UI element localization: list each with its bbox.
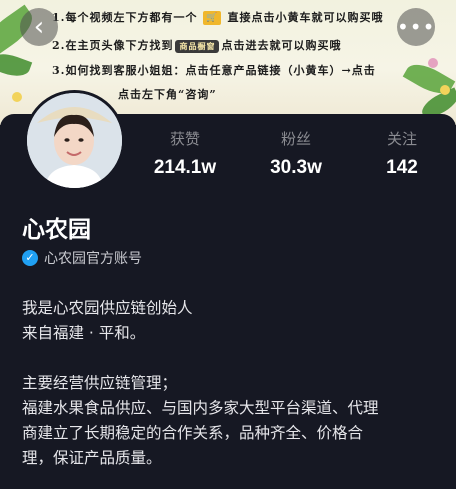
banner-text: 2.在主页头像下方找到 <box>52 39 174 52</box>
flower-decoration <box>12 92 22 102</box>
likes-label: 获赞 <box>169 130 200 148</box>
shop-window-badge: 商品橱窗 <box>175 39 220 53</box>
bio-line: 主要经营供应链管理； <box>22 374 178 392</box>
more-button[interactable]: ••• <box>397 8 435 46</box>
profile-page: 1.每个视频左下方都有一个 🛒 直接点击小黄车就可以购买哦 2.在主页头像下方找到商… <box>0 0 456 489</box>
banner-text: 点击进去就可以购买哦 <box>221 39 342 52</box>
flower-decoration <box>440 85 450 95</box>
cart-icon: 🛒 <box>203 11 222 25</box>
bio-line: 福建水果食品供应、与国内多家大型平台渠道、代理 <box>22 399 379 417</box>
banner-text: 直接点击小黄车就可以购买哦 <box>227 11 384 24</box>
bio-line: 来自福建 · 平和。 <box>22 324 146 342</box>
avatar-image <box>27 93 122 188</box>
avatar[interactable] <box>24 90 125 191</box>
leaf-decoration <box>0 48 33 82</box>
back-icon: ‹ <box>33 12 45 42</box>
following-stat[interactable]: 关注 142 <box>357 128 447 179</box>
following-count: 142 <box>386 157 418 178</box>
profile-name: 心农园 <box>22 217 91 243</box>
more-icon: ••• <box>397 15 436 39</box>
bio-line: 我是心农园供应链创始人 <box>22 299 193 317</box>
banner-line-4: 点击左下角“咨询” <box>118 88 217 101</box>
followers-count: 30.3w <box>270 157 322 178</box>
bio-line: 理，保证产品质量。 <box>22 449 162 467</box>
likes-stat[interactable]: 获赞 214.1w <box>140 128 230 179</box>
followers-stat[interactable]: 粉丝 30.3w <box>251 128 341 179</box>
followers-label: 粉丝 <box>280 130 311 148</box>
following-label: 关注 <box>386 130 417 148</box>
back-button[interactable]: ‹ <box>20 8 58 46</box>
banner-line-1: 1.每个视频左下方都有一个 🛒 直接点击小黄车就可以购买哦 <box>52 9 383 25</box>
banner-line-3: 3.如何找到客服小姐姐：点击任意产品链接（小黄车）→点击 <box>52 64 376 77</box>
banner-line-2: 2.在主页头像下方找到 商品橱窗 点击进去就可以购买哦 <box>52 37 341 53</box>
verified-account-row: ✓ 心农园官方账号 <box>22 248 142 268</box>
profile-bio: 我是心农园供应链创始人 来自福建 · 平和。 主要经营供应链管理； 福建水果食品… <box>22 296 442 471</box>
verified-text: 心农园官方账号 <box>44 251 142 267</box>
verified-icon: ✓ <box>22 250 38 266</box>
banner-text: 1.每个视频左下方都有一个 <box>52 11 198 24</box>
bio-line <box>22 346 442 371</box>
flower-decoration <box>428 58 438 68</box>
bio-line: 商建立了长期稳定的合作关系，品种齐全、价格合 <box>22 424 364 442</box>
likes-count: 214.1w <box>153 157 217 178</box>
